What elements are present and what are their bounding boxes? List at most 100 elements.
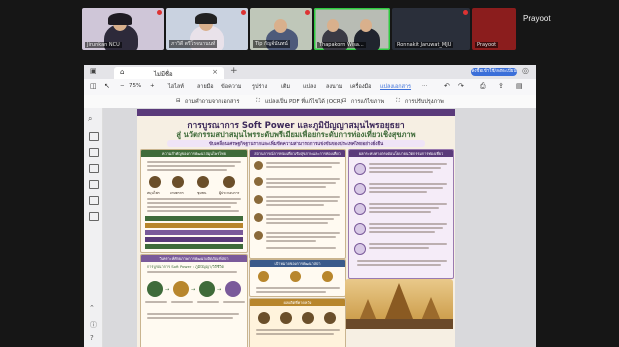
tool-shape[interactable]: รูปร่าง: [252, 83, 267, 91]
text-line: [256, 287, 340, 289]
cursor-icon[interactable]: ↖: [104, 82, 110, 90]
new-tab-button[interactable]: +: [230, 66, 238, 76]
bullet-icon: [254, 231, 263, 240]
ocr-icon: ⛶: [256, 98, 260, 104]
text-line: [171, 301, 193, 303]
color-band: [145, 216, 243, 221]
image-enhance-button[interactable]: การปรับปรุงภาพ: [405, 98, 444, 106]
participant-face: [360, 19, 372, 32]
tool-tools[interactable]: เครื่องมือ: [350, 83, 371, 91]
account-button[interactable]: ลงชื่อเข้าใช้/ลงทะเบียน: [471, 68, 517, 76]
undo-icon[interactable]: ↶: [444, 82, 450, 90]
help-icon[interactable]: ?: [90, 334, 94, 342]
color-band: [145, 237, 243, 242]
output-icon: [258, 312, 270, 324]
flow-icon: [225, 281, 241, 297]
tool-text[interactable]: ข้อความ: [221, 83, 242, 91]
tool-convert[interactable]: แปลง: [303, 83, 316, 91]
flow-icon: [147, 281, 163, 297]
temple-illustration: [345, 279, 453, 329]
zoom-level[interactable]: 75%: [129, 83, 141, 89]
text-line: [357, 260, 447, 262]
annotations-icon[interactable]: [89, 164, 99, 173]
participant-name: Jirunkan NCU: [85, 42, 122, 48]
text-line: [266, 222, 328, 224]
poster-page: การบูรณาการ Soft Power และภูมิปัญญาสมุนไ…: [137, 109, 455, 347]
ocr-button[interactable]: แปลงเป็น PDF ที่แก้ไขได้ (OCR): [265, 98, 343, 106]
panel-impact: ผลกระทบทางตรงต่อนโยบายนวัตกรรมการท่องเที…: [348, 149, 454, 279]
text-line: [147, 198, 241, 200]
flow-icon: [199, 281, 215, 297]
info-icon[interactable]: ⓘ: [90, 320, 97, 330]
text-line: [147, 161, 241, 163]
text-line: [147, 206, 231, 208]
text-line: [256, 291, 326, 293]
print-icon[interactable]: ⎙: [480, 82, 486, 91]
muted-mic-icon: [157, 10, 162, 15]
tool-fill[interactable]: เติม: [281, 83, 290, 91]
participant-tile[interactable]: Jirunkan NCU: [82, 8, 164, 50]
bookmark-icon[interactable]: [89, 132, 99, 141]
zoom-in-button[interactable]: +: [150, 83, 155, 89]
panel-heading: ความสำคัญของการพัฒนาสมุนไพรไทย: [141, 150, 247, 157]
image-enhance-icon: ⛶: [396, 98, 400, 104]
participant-name: ภาวิดี ตรีโรจนานนท์: [169, 40, 218, 48]
text-line: [147, 210, 239, 212]
ask-document-button[interactable]: ถามคำถามจากเอกสาร: [185, 98, 239, 106]
participant-tile[interactable]: Ronnakit Jaruwat_MJU: [392, 8, 470, 50]
search-icon[interactable]: ⌕: [88, 114, 92, 124]
tool-sign[interactable]: ลงนาม: [326, 83, 343, 91]
layers-icon[interactable]: [89, 212, 99, 221]
panel-heading: ผลกระทบทางตรงต่อนโยบายนวัตกรรมการท่องเที…: [349, 150, 453, 157]
participant-tile[interactable]: Prayoot: [472, 8, 516, 50]
text-line: [369, 171, 433, 173]
document-canvas[interactable]: การบูรณาการ Soft Power และภูมิปัญญาสมุนไ…: [103, 108, 536, 347]
text-line: [147, 202, 237, 204]
comments-icon[interactable]: [89, 196, 99, 205]
panel-icon[interactable]: ▤: [516, 82, 523, 90]
goal-icon: [322, 271, 333, 282]
text-line: [369, 183, 447, 185]
browser-tab[interactable]: ⌂ ไม่มีชื่อ ×: [114, 67, 224, 79]
redo-icon[interactable]: ↷: [458, 82, 464, 90]
participant-tile[interactable]: Tip กัญจ์นันทน์: [250, 8, 312, 50]
thumbnails-icon[interactable]: [89, 148, 99, 157]
more-tools-button[interactable]: ···: [422, 83, 427, 89]
active-speaker-name: Prayoot: [523, 14, 551, 23]
left-sidebar: ⌕ ⌃ ⓘ ?: [84, 108, 103, 347]
tool-draw[interactable]: ลายมือ: [197, 83, 214, 91]
participant-tile-active[interactable]: Thapakorn Wisa...: [314, 8, 390, 50]
text-line: [197, 301, 219, 303]
sidebar-toggle-icon[interactable]: ◫: [90, 82, 97, 90]
community-icon: [197, 176, 209, 188]
impact-icon: [354, 163, 366, 175]
scroll-up-icon[interactable]: ⌃: [89, 304, 95, 312]
panel-heading: เป้าหมายของการพัฒนาสปา: [250, 260, 345, 267]
text-line: [369, 247, 429, 249]
participant-face: [274, 19, 287, 33]
output-icon: [302, 312, 314, 324]
share-icon[interactable]: ⇪: [498, 82, 504, 90]
herb-icon: [149, 176, 161, 188]
text-line: [266, 166, 332, 168]
participant-tile[interactable]: ภาวิดี ตรีโรจนานนท์: [166, 8, 248, 50]
panel-spa-goals: เป้าหมายของการพัฒนาสปา: [249, 259, 346, 297]
home-icon[interactable]: ⌂: [120, 68, 124, 76]
profile-icon[interactable]: ◎: [522, 66, 529, 75]
text-line: [147, 317, 233, 319]
text-line: [266, 186, 326, 188]
tool-highlight[interactable]: ไฮไลท์: [168, 83, 184, 91]
text-line: [266, 214, 340, 216]
convert-subtoolbar: ⊟ ถามคำถามจากเอกสาร ⛶ แปลงเป็น PDF ที่แก…: [84, 95, 536, 109]
zoom-out-button[interactable]: −: [120, 83, 125, 89]
tool-convert-document[interactable]: แปลงเอกสาร: [380, 83, 411, 91]
attachments-icon[interactable]: [89, 180, 99, 189]
temple-spire: [359, 299, 377, 321]
icon-label: ผู้ประกอบการ: [219, 191, 240, 195]
tab-title: ไม่มีชื่อ: [154, 71, 173, 78]
close-tab-icon[interactable]: ×: [212, 68, 218, 76]
text-line: [369, 231, 435, 233]
color-band: [145, 223, 243, 228]
browser-tab-bar: ▣ ⌂ ไม่มีชื่อ × + ลงชื่อเข้าใช้/ลงทะเบีย…: [84, 65, 536, 79]
image-edit-button[interactable]: การแก้ไขภาพ: [351, 98, 384, 106]
